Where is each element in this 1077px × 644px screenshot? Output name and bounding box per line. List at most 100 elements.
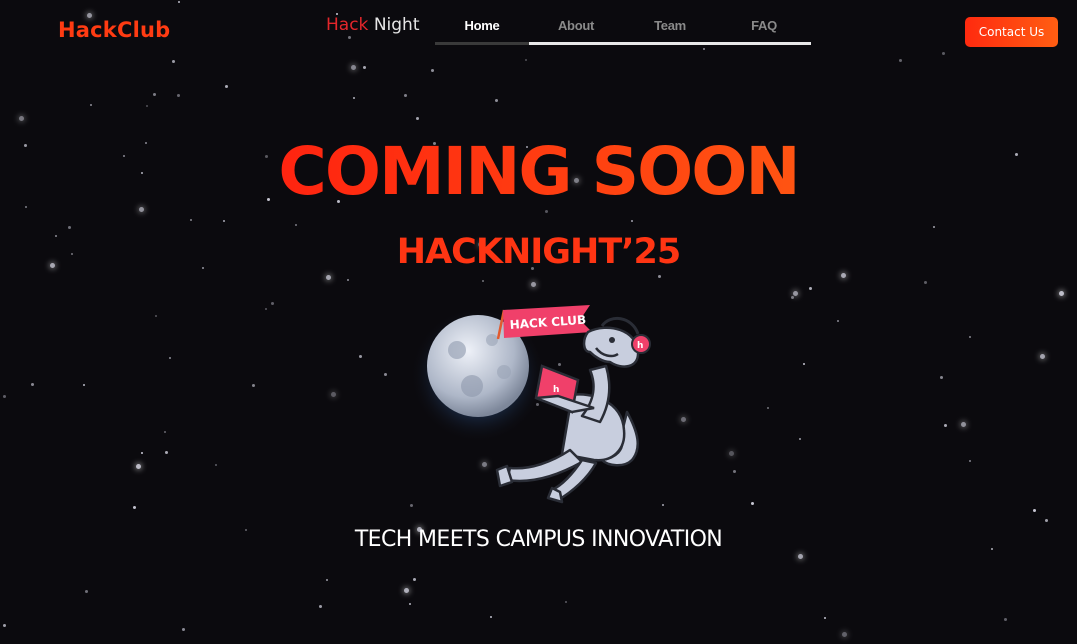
star-dot: [83, 384, 85, 386]
star-dot: [347, 279, 349, 281]
star-dot: [19, 116, 24, 121]
hack-club-flag: HACK CLUB: [496, 305, 592, 340]
star-dot: [565, 601, 567, 603]
star-dot: [319, 605, 322, 608]
tagline: TECH MEETS CAMPUS INNOVATION: [354, 527, 723, 552]
star-dot: [1040, 354, 1045, 359]
star-dot: [767, 407, 769, 409]
star-dot: [182, 628, 185, 631]
star-dot: [798, 554, 803, 559]
star-dot: [215, 464, 217, 466]
star-dot: [1033, 509, 1036, 512]
star-dot: [146, 105, 148, 107]
nav-home[interactable]: Home: [435, 18, 529, 33]
star-dot: [791, 296, 794, 299]
hacknight-logo-part2: Night: [373, 15, 420, 35]
star-dot: [155, 315, 157, 317]
star-dot: [933, 226, 935, 228]
star-dot: [68, 226, 71, 229]
star-dot: [431, 69, 434, 72]
headphones-icon: h: [631, 334, 651, 354]
hacknight-subheadline: HACKNIGHT’25: [396, 232, 681, 272]
star-dot: [799, 438, 801, 440]
star-dot: [531, 282, 536, 287]
star-dot: [90, 104, 92, 106]
star-dot: [837, 320, 839, 322]
star-dot: [265, 308, 267, 310]
star-dot: [164, 431, 166, 433]
star-dot: [969, 460, 971, 462]
star-dot: [363, 66, 366, 69]
star-dot: [252, 384, 255, 387]
star-dot: [177, 94, 180, 97]
star-dot: [841, 273, 846, 278]
nav-underline-indicator: [529, 42, 811, 45]
contact-us-button[interactable]: Contact Us: [965, 17, 1058, 47]
star-dot: [172, 60, 175, 63]
star-dot: [136, 464, 141, 469]
nav-faq[interactable]: FAQ: [717, 18, 811, 33]
star-dot: [404, 588, 409, 593]
star-dot: [404, 94, 407, 97]
svg-text:h: h: [553, 385, 559, 395]
star-dot: [31, 383, 34, 386]
star-dot: [751, 502, 754, 505]
star-dot: [482, 280, 484, 282]
star-dot: [409, 603, 411, 605]
star-dot: [326, 579, 328, 581]
nav-team[interactable]: Team: [623, 18, 717, 33]
star-dot: [824, 617, 826, 619]
star-dot: [85, 590, 88, 593]
hacknight-logo-part1: Hack: [326, 15, 369, 35]
star-dot: [1059, 291, 1064, 296]
star-dot: [295, 224, 297, 226]
star-dot: [271, 302, 274, 305]
main-nav: Home About Team FAQ: [435, 0, 811, 46]
star-dot: [326, 275, 331, 280]
star-dot: [1045, 519, 1048, 522]
star-dot: [961, 422, 966, 427]
star-dot: [223, 220, 225, 222]
star-dot: [351, 65, 356, 70]
star-dot: [190, 219, 192, 221]
star-dot: [490, 616, 492, 618]
brand-logo[interactable]: HackClub: [58, 18, 170, 42]
hacknight-logo[interactable]: Hack Night: [326, 15, 419, 35]
coming-soon-headline: COMING SOON: [0, 133, 1077, 210]
star-dot: [353, 97, 355, 99]
star-dot: [416, 117, 419, 120]
star-dot: [631, 220, 633, 222]
star-dot: [1004, 618, 1007, 621]
nav-about[interactable]: About: [529, 18, 623, 33]
star-dot: [545, 210, 548, 213]
star-dot: [942, 52, 945, 55]
star-dot: [940, 376, 943, 379]
star-dot: [969, 336, 971, 338]
star-dot: [924, 281, 927, 284]
star-dot: [413, 578, 416, 581]
star-dot: [703, 48, 705, 50]
star-dot: [348, 36, 351, 39]
star-dot: [525, 59, 527, 61]
star-dot: [141, 452, 143, 454]
star-dot: [793, 291, 798, 296]
star-dot: [3, 395, 6, 398]
star-dot: [384, 373, 387, 376]
star-dot: [359, 355, 362, 358]
hack-club-dino-moon-illustration: HACK CLUB h h: [412, 305, 651, 504]
star-dot: [178, 1, 180, 3]
star-dot: [842, 632, 847, 637]
star-dot: [809, 287, 812, 290]
star-dot: [3, 624, 6, 627]
star-dot: [658, 275, 661, 278]
star-dot: [681, 417, 686, 422]
star-dot: [803, 363, 805, 365]
star-dot: [331, 392, 336, 397]
star-dot: [165, 451, 168, 454]
star-dot: [169, 357, 171, 359]
star-dot: [495, 99, 498, 102]
svg-text:h: h: [637, 341, 643, 351]
star-dot: [153, 93, 156, 96]
star-dot: [133, 506, 136, 509]
star-dot: [944, 424, 947, 427]
